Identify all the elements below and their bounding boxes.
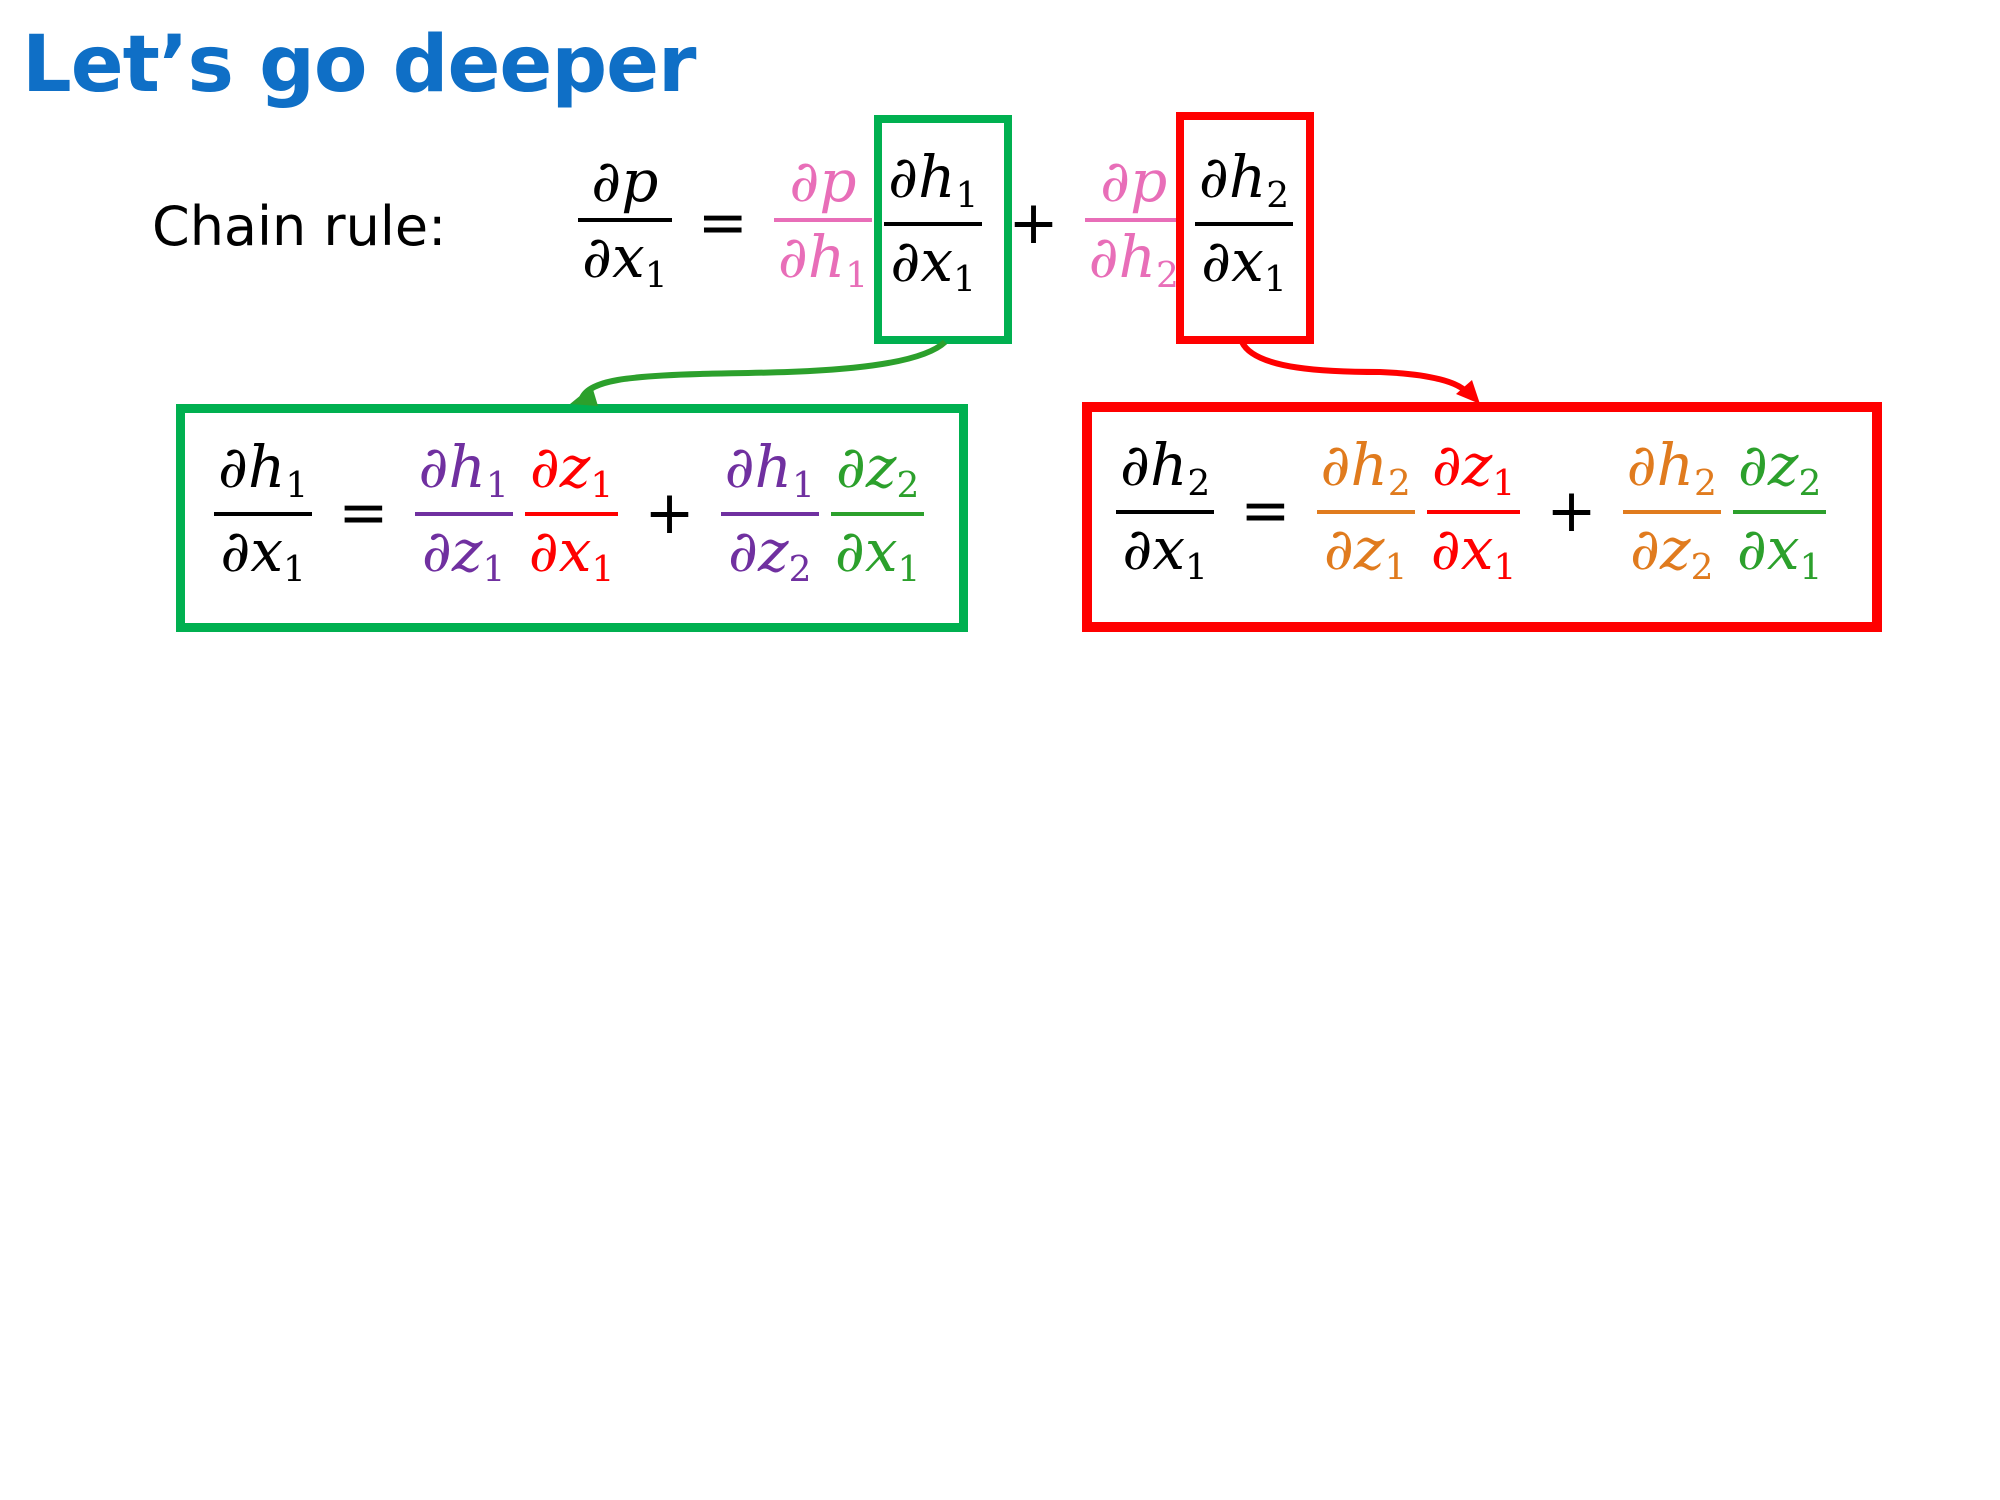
red-connector-arrow — [1239, 340, 1471, 396]
green-connector-arrow — [579, 339, 948, 400]
connector-arrows — [570, 339, 1480, 406]
